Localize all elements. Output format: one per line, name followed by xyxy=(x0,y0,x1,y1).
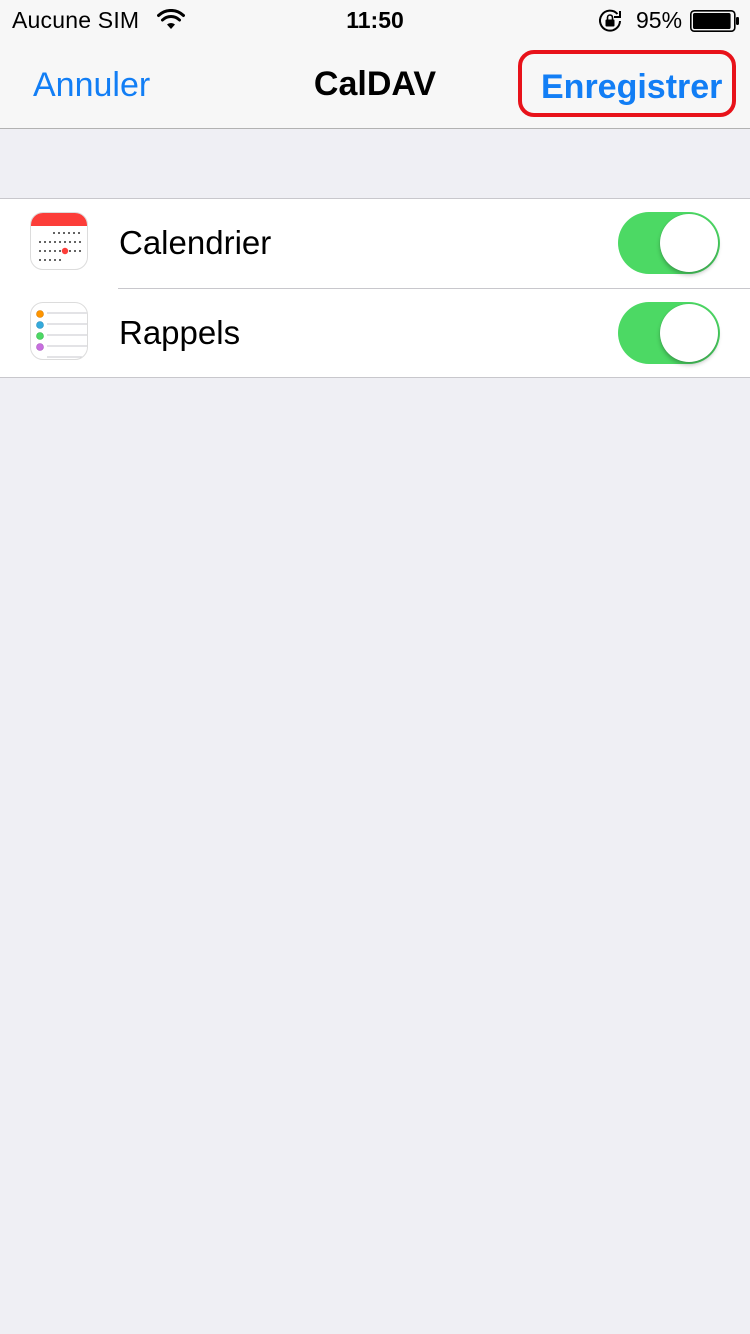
calendar-icon xyxy=(30,212,88,270)
status-bar: Aucune SIM 11:50 95% xyxy=(0,0,750,40)
battery-icon xyxy=(690,10,739,32)
save-button[interactable]: Enregistrer xyxy=(541,68,722,107)
navigation-bar: Annuler CalDAV Enregistrer xyxy=(0,40,750,129)
caldav-settings-screen: Aucune SIM 11:50 95% Annuler CalDAV Enre… xyxy=(0,0,750,1334)
battery-percent: 95% xyxy=(636,7,683,33)
list-item-reminders: Rappels xyxy=(0,288,750,377)
reminders-icon xyxy=(30,302,88,360)
reminders-label: Rappels xyxy=(119,314,241,351)
save-button-highlight: Enregistrer xyxy=(518,50,736,117)
list-item-calendar: Calendrier xyxy=(0,199,750,288)
calendar-toggle[interactable] xyxy=(618,212,720,274)
calendar-label: Calendrier xyxy=(119,224,272,261)
row-separator-inset xyxy=(0,288,118,289)
reminders-toggle[interactable] xyxy=(618,302,720,364)
toggle-knob xyxy=(660,214,718,272)
services-list: Calendrier Rappels xyxy=(0,198,750,378)
toggle-knob xyxy=(660,304,718,362)
rotation-lock-icon xyxy=(599,9,621,32)
top-bar: Aucune SIM 11:50 95% Annuler CalDAV Enre… xyxy=(0,0,750,129)
